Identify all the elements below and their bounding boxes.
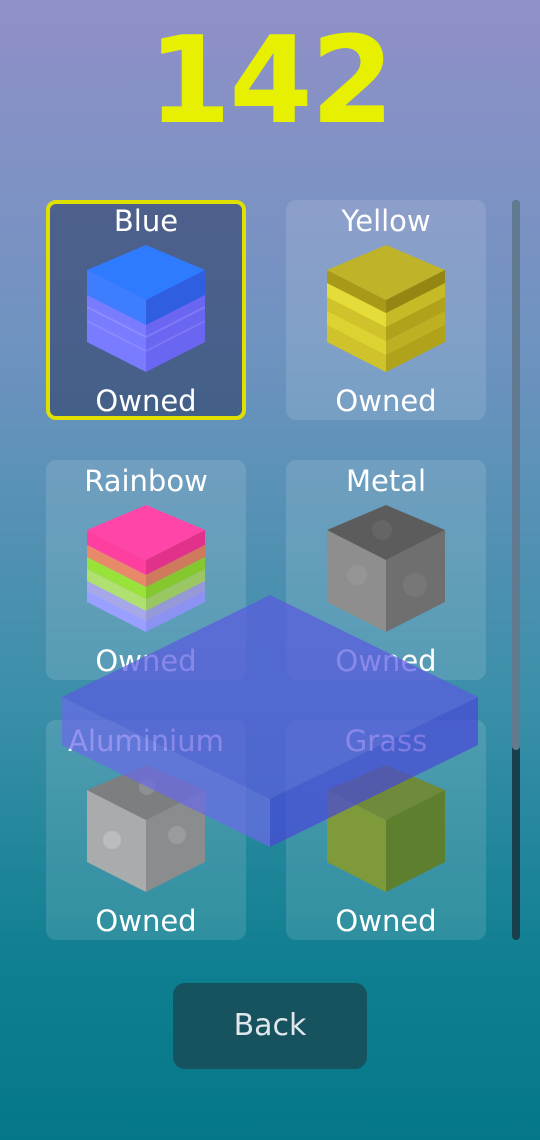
back-button[interactable]: Back — [173, 983, 367, 1069]
skin-status: Owned — [95, 384, 197, 418]
skin-name: Grass — [344, 724, 428, 758]
metal-cube-icon — [327, 505, 445, 632]
rainbow-cube-icon — [87, 505, 205, 632]
skin-name: Metal — [345, 464, 427, 498]
skin-name: Aluminium — [68, 724, 224, 758]
yellow-cube-icon — [327, 245, 445, 372]
aluminium-cube-icon — [87, 765, 205, 892]
skin-status: Owned — [335, 384, 437, 418]
skin-card-yellow[interactable]: Yellow Owned — [286, 200, 486, 420]
skin-card-grass[interactable]: Grass Owned — [286, 720, 486, 940]
skin-card-aluminium[interactable]: Aluminium Owned — [46, 720, 246, 940]
scrollbar-track[interactable] — [512, 200, 520, 940]
skin-status: Owned — [95, 644, 197, 678]
skin-status: Owned — [335, 904, 437, 938]
skin-card-blue[interactable]: Blue Owned — [46, 200, 246, 420]
score-counter: 142 — [147, 12, 395, 151]
skin-status: Owned — [335, 644, 437, 678]
skin-name: Rainbow — [84, 464, 208, 498]
scrollbar-thumb[interactable] — [512, 200, 520, 750]
grass-cube-icon — [327, 765, 445, 892]
blue-cube-icon — [87, 245, 205, 372]
skin-status: Owned — [95, 904, 197, 938]
skin-name: Blue — [113, 204, 179, 238]
skin-card-metal[interactable]: Metal Owned — [286, 460, 486, 680]
skin-card-rainbow[interactable]: Rainbow Owned — [46, 460, 246, 680]
skin-name: Yellow — [341, 204, 431, 238]
